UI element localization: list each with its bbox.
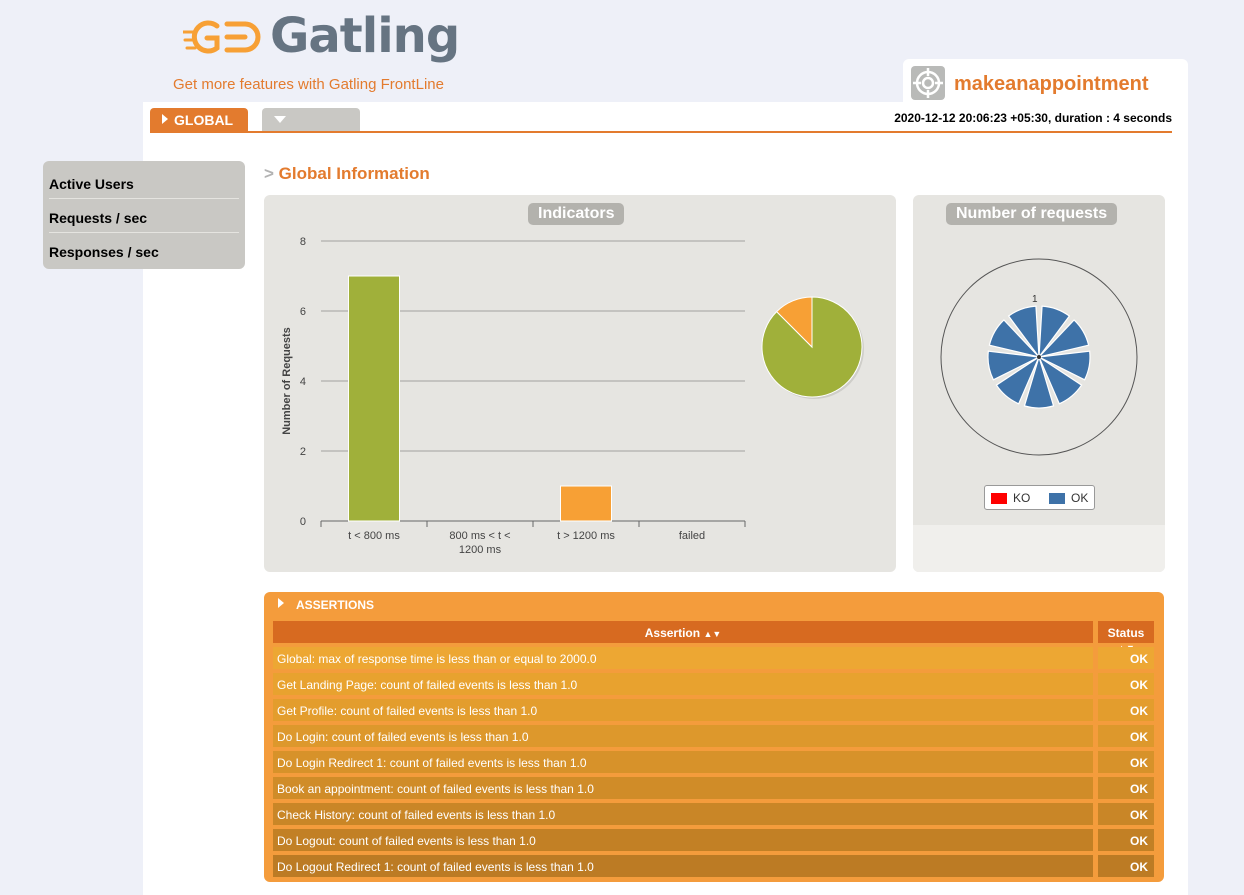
legend: KO OK [984, 485, 1095, 510]
radial-center [1037, 355, 1041, 359]
assertion-status: OK [1098, 647, 1154, 669]
sort-icon: ▲▼ [703, 629, 722, 639]
assertion-text: Do Logout Redirect 1: count of failed ev… [273, 855, 1093, 877]
bar [348, 275, 400, 522]
simulation-header: makeanappointment [903, 59, 1188, 103]
tab-global[interactable]: GLOBAL [150, 108, 248, 132]
assertion-text: Check History: count of failed events is… [273, 803, 1093, 825]
table-row: Get Landing Page: count of failed events… [273, 673, 1154, 695]
assertion-status: OK [1098, 699, 1154, 721]
bar [560, 485, 612, 522]
table-row: Get Profile: count of failed events is l… [273, 699, 1154, 721]
caret-right-icon [278, 598, 284, 608]
table-row: Do Logout: count of failed events is les… [273, 829, 1154, 851]
x-tick-label: t < 800 ms [348, 530, 400, 542]
section-prefix: > [264, 164, 274, 183]
table-row: Do Logout Redirect 1: count of failed ev… [273, 855, 1154, 877]
section-title: > Global Information [264, 164, 430, 184]
y-tick-label: 8 [300, 236, 306, 248]
assertion-text: Get Landing Page: count of failed events… [273, 673, 1093, 695]
assertion-text: Do Login Redirect 1: count of failed eve… [273, 751, 1093, 773]
status-column-header[interactable]: Status ▲▼ [1098, 621, 1154, 653]
table-row: Check History: count of failed events is… [273, 803, 1154, 825]
table-row: Do Login Redirect 1: count of failed eve… [273, 751, 1154, 773]
y-tick-label: 0 [300, 516, 306, 528]
tab-details[interactable]: DETAILS [262, 108, 360, 144]
assertion-text: Get Profile: count of failed events is l… [273, 699, 1093, 721]
y-tick-label: 4 [300, 376, 306, 388]
assertion-text: Book an appointment: count of failed eve… [273, 777, 1093, 799]
frontline-link[interactable]: Get more features with Gatling FrontLine [173, 76, 444, 93]
legend-ok-label: OK [1071, 491, 1089, 505]
y-tick-label: 2 [300, 446, 306, 458]
indicators-panel: Indicators 0 2 4 6 8 Number of Requests t < 80… [264, 195, 896, 572]
indicators-chart: 0 2 4 6 8 Number of Requests t < 800 ms 800 ms … [281, 236, 864, 556]
caret-right-icon [162, 114, 168, 124]
tab-global-label: GLOBAL [174, 112, 234, 128]
x-tick-label: 1200 ms [459, 544, 502, 556]
gatling-wordmark: Gatling [270, 8, 460, 64]
assertion-column-header[interactable]: Assertion ▲▼ [273, 621, 1093, 643]
assertion-status: OK [1098, 725, 1154, 747]
y-axis-label: Number of Requests [281, 327, 293, 435]
table-row: Do Login: count of failed events is less… [273, 725, 1154, 747]
number-of-requests-chart: 1 [940, 258, 1138, 456]
sidebar-item-responses-per-sec[interactable]: Responses / sec [49, 233, 239, 267]
tabs-divider [150, 131, 1172, 133]
panel-footer [913, 525, 1165, 572]
assertion-status: OK [1098, 829, 1154, 851]
section-title-text: Global Information [278, 164, 430, 183]
legend-ok-swatch [1049, 493, 1065, 504]
assertion-text: Global: max of response time is less tha… [273, 647, 1093, 669]
assertion-status: OK [1098, 855, 1154, 877]
legend-ko-label: KO [1013, 491, 1031, 505]
table-row: Global: max of response time is less tha… [273, 647, 1154, 669]
assertion-status: OK [1098, 803, 1154, 825]
table-row: Book an appointment: count of failed eve… [273, 777, 1154, 799]
assertion-text: Do Logout: count of failed events is les… [273, 829, 1093, 851]
assertions-heading: ASSERTIONS [296, 598, 375, 612]
radial-max-label: 1 [1032, 294, 1038, 305]
legend-ko-swatch [991, 493, 1007, 504]
x-tick-label: 800 ms < t < [449, 530, 510, 542]
simulation-name: makeanappointment [954, 73, 1149, 95]
assertion-status: OK [1098, 751, 1154, 773]
caret-down-icon [274, 116, 286, 123]
run-info: 2020-12-12 20:06:23 +05:30, duration : 4… [894, 111, 1172, 125]
assertion-status: OK [1098, 673, 1154, 695]
sidebar-menu: Active Users Requests / sec Responses / … [43, 161, 245, 269]
x-tick-label: t > 1200 ms [557, 530, 615, 542]
y-tick-label: 6 [300, 306, 306, 318]
assertion-status: OK [1098, 777, 1154, 799]
target-icon [911, 66, 945, 100]
sidebar-item-active-users[interactable]: Active Users [49, 165, 239, 199]
number-of-requests-panel: Number of requests 1 KO OK [913, 195, 1165, 572]
assertion-text: Do Login: count of failed events is less… [273, 725, 1093, 747]
assertions-header[interactable]: ASSERTIONS [278, 598, 374, 612]
assertions-panel: ASSERTIONS Assertion ▲▼ Status ▲▼ Global… [264, 592, 1164, 882]
x-tick-label: failed [679, 530, 705, 542]
sidebar-item-requests-per-sec[interactable]: Requests / sec [49, 199, 239, 233]
